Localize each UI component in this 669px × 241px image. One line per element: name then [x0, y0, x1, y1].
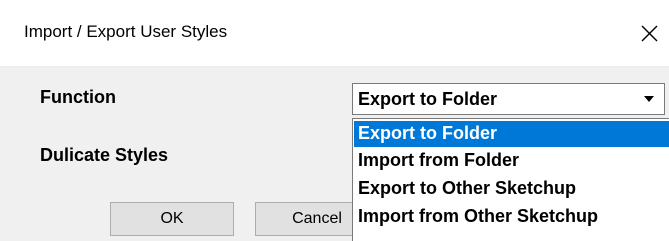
dropdown-option-label: Export to Other Sketchup [358, 178, 577, 198]
function-label: Function [40, 87, 116, 107]
dropdown-option-label: Export to Folder [358, 123, 497, 143]
dropdown-option[interactable]: Export to Other Sketchup [354, 176, 669, 202]
ok-button[interactable]: OK [110, 202, 234, 236]
duplicate-styles-label: Dulicate Styles [40, 145, 169, 165]
chevron-down-icon [644, 96, 654, 102]
dropdown-option[interactable]: Import from Other Sketchup [354, 204, 669, 230]
function-select[interactable]: Export to Folder [352, 83, 665, 115]
dropdown-option-label: Import from Folder [358, 150, 519, 170]
close-button[interactable] [630, 14, 669, 52]
dropdown-arrow-button[interactable] [636, 86, 662, 112]
dropdown-option[interactable]: Import from Folder [354, 148, 669, 174]
close-icon [641, 25, 658, 42]
function-select-value: Export to Folder [358, 89, 497, 109]
dialog-title: Import / Export User Styles [24, 22, 228, 41]
dropdown-option-label: Import from Other Sketchup [358, 206, 599, 226]
title-bar[interactable]: Import / Export User Styles [0, 0, 669, 67]
dropdown-option[interactable]: Export to Folder [354, 121, 669, 147]
function-dropdown-list: Export to Folder Import from Folder Expo… [352, 118, 669, 241]
import-export-dialog: Import / Export User Styles Function Dul… [0, 0, 669, 241]
